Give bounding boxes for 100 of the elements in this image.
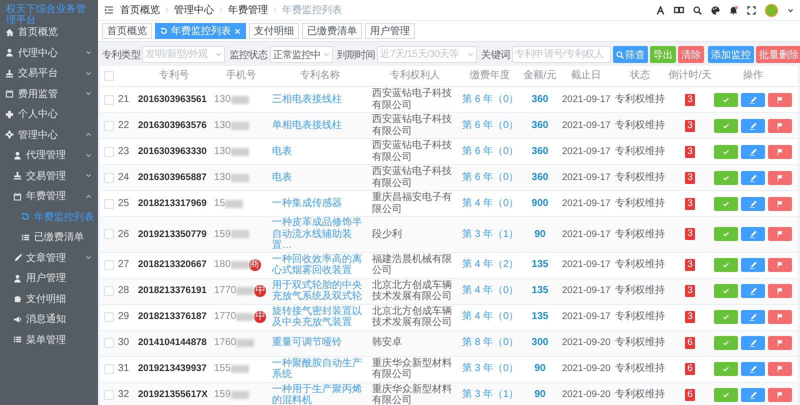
- edit-button[interactable]: [741, 336, 765, 350]
- sidebar-item[interactable]: 费用监管: [0, 84, 98, 104]
- font-size-icon[interactable]: [656, 6, 665, 14]
- breadcrumb-link[interactable]: 首页概览: [120, 3, 160, 17]
- fee-year-link[interactable]: 第 3 年（1）: [460, 389, 520, 401]
- batch-delete-button[interactable]: 批量删除: [756, 46, 800, 63]
- fullscreen-icon[interactable]: [747, 6, 756, 14]
- bell-icon[interactable]: [729, 6, 738, 14]
- fee-year-link[interactable]: 第 6 年（0）: [460, 172, 520, 184]
- confirm-button[interactable]: [714, 362, 738, 376]
- fee-year-link[interactable]: 第 3 年（1）: [460, 228, 520, 240]
- confirm-button[interactable]: [714, 92, 738, 106]
- fee-year-link[interactable]: 第 4 年（2）: [460, 259, 520, 271]
- row-checkbox[interactable]: [104, 260, 114, 270]
- add-button[interactable]: 添加监控: [708, 46, 754, 63]
- confirm-button[interactable]: [714, 170, 738, 184]
- search-icon[interactable]: [693, 6, 702, 14]
- breadcrumb-link[interactable]: 管理中心: [174, 3, 214, 17]
- flag-button[interactable]: [768, 362, 792, 376]
- select-field[interactable]: 正常监控中: [270, 46, 333, 63]
- row-checkbox[interactable]: [104, 286, 114, 296]
- fee-year-link[interactable]: 第 4 年（0）: [460, 285, 520, 297]
- avatar[interactable]: [765, 4, 778, 16]
- patent-name-link[interactable]: 一种皮革成品修饰半自动流水线辅助装置…: [272, 217, 368, 252]
- flag-button[interactable]: [768, 196, 792, 210]
- sidebar-item[interactable]: 文章管理: [0, 248, 98, 268]
- tab[interactable]: 已缴费清单: [302, 23, 362, 39]
- sidebar-item[interactable]: 年费监控列表: [0, 206, 98, 227]
- flag-button[interactable]: [768, 170, 792, 184]
- edit-button[interactable]: [741, 258, 765, 272]
- sidebar-item[interactable]: 管理中心: [0, 124, 98, 145]
- edit-button[interactable]: [741, 170, 765, 184]
- patent-name-link[interactable]: 一种回收效率高的离心式烟雾回收装置: [272, 254, 368, 276]
- tab[interactable]: 年费监控列表: [155, 23, 246, 39]
- sidebar-item[interactable]: 交易管理: [0, 166, 98, 186]
- fee-year-link[interactable]: 第 3 年（0）: [460, 363, 520, 375]
- patent-name-link[interactable]: 重量可调节哑铃: [272, 337, 368, 349]
- row-checkbox[interactable]: [104, 172, 114, 182]
- sidebar-item[interactable]: 已缴费清单: [0, 227, 98, 248]
- row-checkbox[interactable]: [104, 198, 114, 208]
- patent-name-link[interactable]: 旋转接气密封装置以及中央充放气装置: [272, 306, 368, 328]
- select-all-checkbox[interactable]: [104, 71, 114, 81]
- confirm-button[interactable]: [714, 227, 738, 242]
- patent-name-link[interactable]: 电表: [272, 172, 368, 184]
- row-checkbox[interactable]: [104, 312, 114, 322]
- flag-button[interactable]: [768, 310, 792, 324]
- flag-button[interactable]: [768, 118, 792, 132]
- sidebar-item[interactable]: 代理中心: [0, 42, 98, 63]
- edit-button[interactable]: [741, 227, 765, 242]
- patent-name-link[interactable]: 单相电表接线柱: [272, 120, 368, 132]
- patent-name-link[interactable]: 用于双式轮胎的中央充放气系统及双式轮: [272, 280, 368, 302]
- sidebar-item[interactable]: 个人中心: [0, 104, 98, 124]
- confirm-button[interactable]: [714, 388, 738, 402]
- edit-button[interactable]: [741, 388, 765, 402]
- close-icon[interactable]: [234, 28, 241, 34]
- edit-button[interactable]: [741, 144, 765, 158]
- fee-year-link[interactable]: 第 6 年（0）: [460, 94, 520, 106]
- sidebar-item[interactable]: 菜单管理: [0, 330, 98, 350]
- fee-year-link[interactable]: 第 4 年（0）: [460, 311, 520, 323]
- confirm-button[interactable]: [714, 196, 738, 210]
- tab[interactable]: 用户管理: [365, 23, 415, 39]
- confirm-button[interactable]: [714, 258, 738, 272]
- search-button[interactable]: 筛查: [613, 46, 648, 63]
- edit-button[interactable]: [741, 118, 765, 132]
- tab[interactable]: 支付明细: [249, 23, 299, 39]
- patent-name-link[interactable]: 一种集成传感器: [272, 198, 368, 210]
- edit-button[interactable]: [741, 310, 765, 324]
- caret-icon[interactable]: [787, 6, 794, 14]
- flag-button[interactable]: [768, 284, 792, 298]
- confirm-button[interactable]: [714, 336, 738, 350]
- select-field[interactable]: 近7天/15天/30天等: [377, 46, 478, 63]
- sidebar-item[interactable]: 代理管理: [0, 145, 98, 166]
- sidebar-item[interactable]: 交易平台: [0, 63, 98, 84]
- row-checkbox[interactable]: [104, 390, 114, 400]
- flag-button[interactable]: [768, 227, 792, 242]
- patent-name-link[interactable]: 一种聚酰胺自动生产系统: [272, 358, 368, 380]
- edit-button[interactable]: [741, 196, 765, 210]
- fee-year-link[interactable]: 第 8 年（0）: [460, 337, 520, 349]
- confirm-button[interactable]: [714, 310, 738, 324]
- sidebar-item[interactable]: 年费管理: [0, 186, 98, 206]
- row-checkbox[interactable]: [104, 338, 114, 348]
- flag-button[interactable]: [768, 336, 792, 350]
- input-field[interactable]: 专利申请号/专利权人: [512, 46, 612, 63]
- fee-year-link[interactable]: 第 6 年（0）: [460, 146, 520, 158]
- patent-name-link[interactable]: 一种用于生产聚丙烯的混料机: [272, 384, 368, 405]
- export-button[interactable]: 导出: [650, 46, 676, 63]
- row-checkbox[interactable]: [104, 94, 114, 104]
- fee-year-link[interactable]: 第 6 年（0）: [460, 120, 520, 132]
- flag-button[interactable]: [768, 92, 792, 106]
- row-checkbox[interactable]: [104, 146, 114, 156]
- confirm-button[interactable]: [714, 144, 738, 158]
- confirm-button[interactable]: [714, 118, 738, 132]
- edit-button[interactable]: [741, 92, 765, 106]
- breadcrumb-link[interactable]: 年费管理: [228, 3, 268, 17]
- tab[interactable]: 首页概览: [102, 23, 152, 39]
- row-checkbox[interactable]: [104, 120, 114, 130]
- sidebar-item[interactable]: 消息通知: [0, 309, 98, 330]
- row-checkbox[interactable]: [104, 229, 114, 240]
- palette-icon[interactable]: [711, 6, 720, 14]
- edit-button[interactable]: [741, 284, 765, 298]
